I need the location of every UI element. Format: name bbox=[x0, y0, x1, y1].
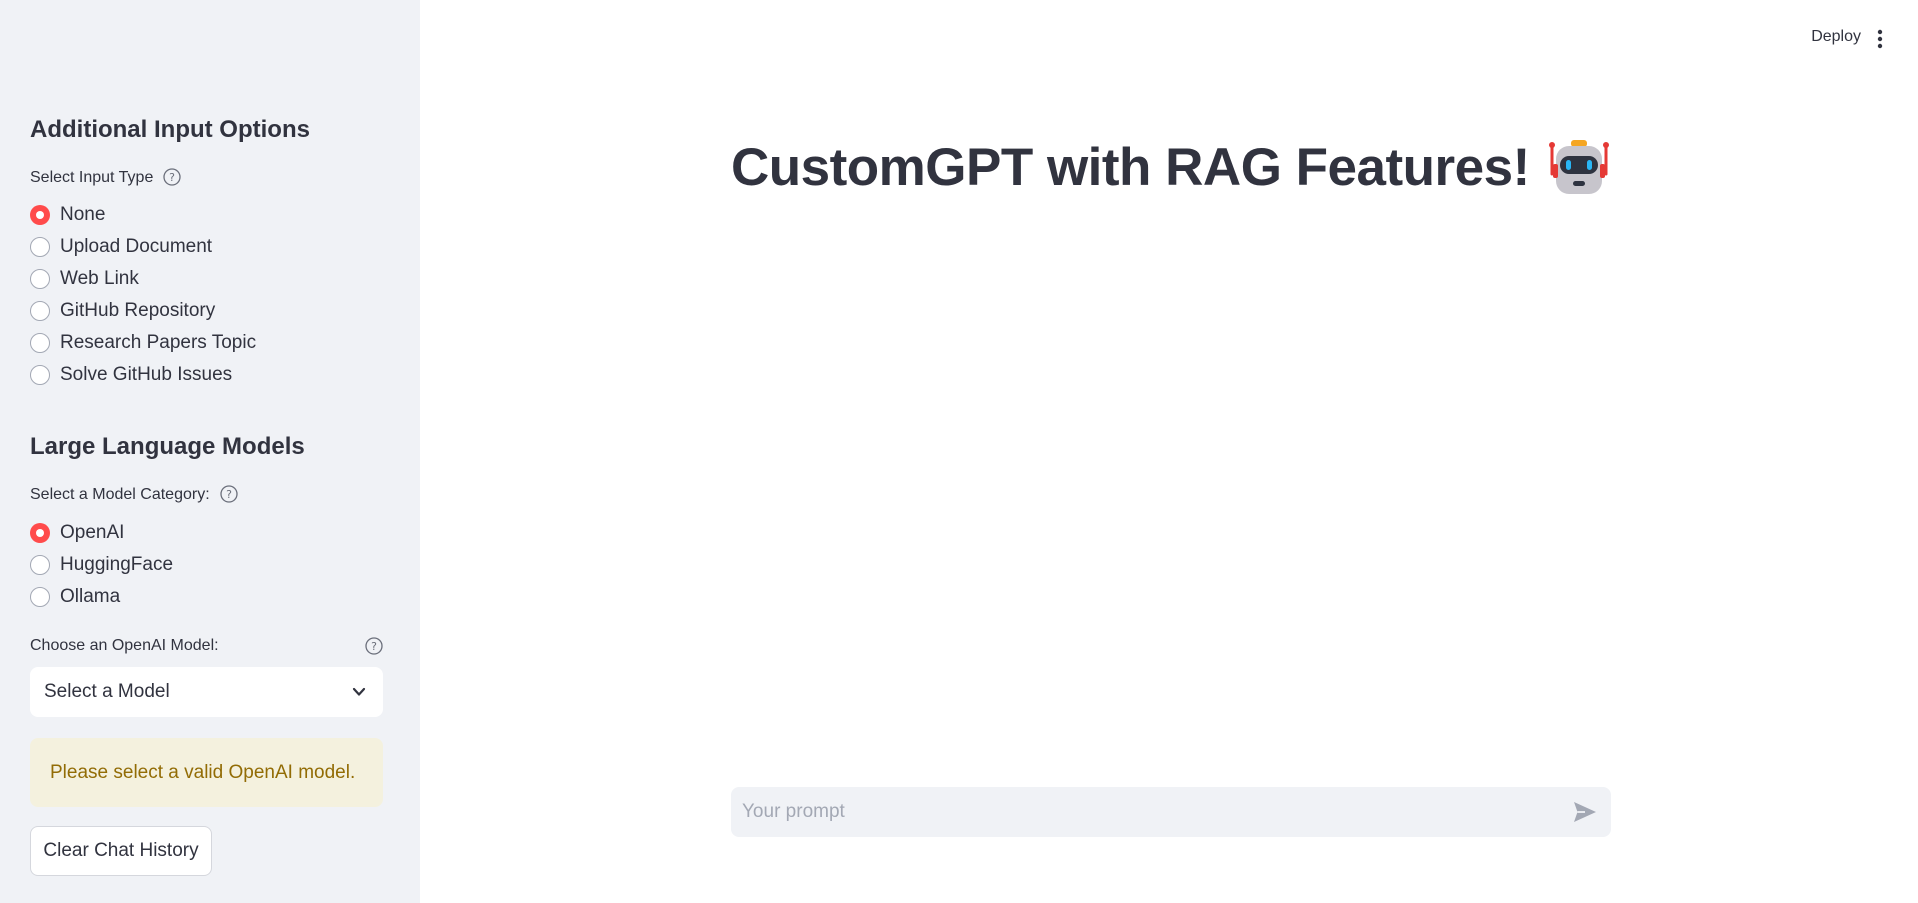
radio-input-solve-github-issues[interactable]: Solve GitHub Issues bbox=[30, 362, 232, 388]
sidebar: Additional Input Options Select Input Ty… bbox=[0, 0, 420, 903]
svg-text:?: ? bbox=[371, 640, 377, 653]
chevron-down-icon bbox=[352, 687, 366, 696]
radio-label: None bbox=[60, 204, 106, 225]
svg-text:?: ? bbox=[226, 488, 232, 501]
radio-unchecked-icon[interactable] bbox=[30, 587, 50, 607]
radio-label: GitHub Repository bbox=[60, 300, 216, 321]
model-category-label: Select a Model Category: ? bbox=[30, 485, 238, 504]
radio-input-research-papers[interactable]: Research Papers Topic bbox=[30, 330, 256, 356]
send-icon[interactable] bbox=[1572, 800, 1598, 824]
radio-unchecked-icon[interactable] bbox=[30, 333, 50, 353]
radio-model-ollama[interactable]: Ollama bbox=[30, 584, 120, 610]
chat-prompt-input[interactable] bbox=[731, 788, 1551, 836]
input-type-label: Select Input Type ? bbox=[30, 168, 181, 187]
more-vertical-icon[interactable] bbox=[1870, 28, 1890, 50]
model-category-label-text: Select a Model Category: bbox=[30, 486, 210, 503]
llm-header: Large Language Models bbox=[30, 433, 305, 460]
radio-label: Ollama bbox=[60, 586, 121, 607]
select-value: Select a Model bbox=[44, 681, 170, 702]
radio-checked-icon[interactable] bbox=[30, 205, 50, 225]
robot-icon bbox=[1548, 140, 1609, 194]
input-type-label-text: Select Input Type bbox=[30, 169, 154, 186]
radio-model-openai[interactable]: OpenAI bbox=[30, 520, 124, 546]
radio-label: Web Link bbox=[60, 268, 139, 289]
radio-unchecked-icon[interactable] bbox=[30, 237, 50, 257]
radio-label: Research Papers Topic bbox=[60, 332, 257, 353]
openai-model-select[interactable]: Select a Model bbox=[30, 667, 383, 717]
help-icon[interactable]: ? bbox=[163, 168, 181, 186]
radio-unchecked-icon[interactable] bbox=[30, 555, 50, 575]
svg-text:?: ? bbox=[169, 171, 175, 184]
radio-unchecked-icon[interactable] bbox=[30, 365, 50, 385]
warning-text: Please select a valid OpenAI model. bbox=[50, 761, 356, 783]
radio-label: OpenAI bbox=[60, 522, 125, 543]
help-icon[interactable]: ? bbox=[365, 637, 383, 655]
radio-label: Upload Document bbox=[60, 236, 213, 257]
openai-model-label-text: Choose an OpenAI Model: bbox=[30, 637, 219, 654]
help-icon[interactable]: ? bbox=[220, 485, 238, 503]
page-title-text: CustomGPT with RAG Features! bbox=[731, 137, 1530, 197]
radio-input-upload-document[interactable]: Upload Document bbox=[30, 234, 212, 260]
warning-alert: Please select a valid OpenAI model. bbox=[30, 738, 383, 807]
radio-unchecked-icon[interactable] bbox=[30, 301, 50, 321]
chat-input-container bbox=[731, 787, 1611, 837]
page-title: CustomGPT with RAG Features! bbox=[731, 136, 1610, 198]
radio-label: Solve GitHub Issues bbox=[60, 364, 233, 385]
input-options-header: Additional Input Options bbox=[30, 116, 310, 143]
radio-checked-icon[interactable] bbox=[30, 523, 50, 543]
clear-chat-history-button[interactable]: Clear Chat History bbox=[30, 826, 212, 876]
deploy-button[interactable]: Deploy bbox=[1811, 28, 1861, 46]
radio-unchecked-icon[interactable] bbox=[30, 269, 50, 289]
openai-model-label: Choose an OpenAI Model: ? bbox=[30, 637, 383, 655]
radio-input-github-repository[interactable]: GitHub Repository bbox=[30, 298, 215, 324]
radio-input-web-link[interactable]: Web Link bbox=[30, 266, 139, 292]
radio-model-huggingface[interactable]: HuggingFace bbox=[30, 552, 173, 578]
radio-label: HuggingFace bbox=[60, 554, 174, 575]
radio-input-none[interactable]: None bbox=[30, 202, 105, 228]
